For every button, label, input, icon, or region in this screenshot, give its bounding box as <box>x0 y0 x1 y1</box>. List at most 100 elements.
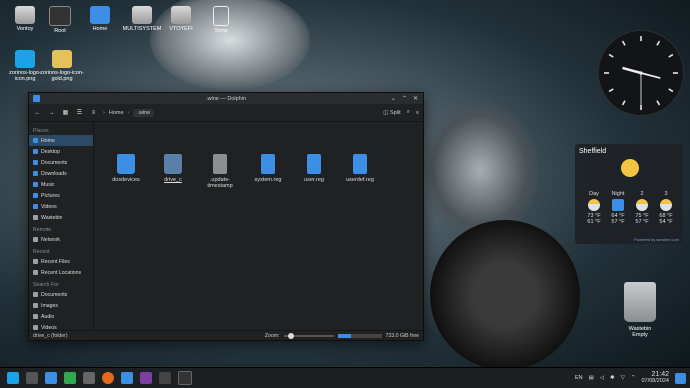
registry-file-icon <box>261 154 275 174</box>
file-item-update-timestamp[interactable]: .update-timestamp <box>198 154 242 189</box>
desktop-icon-temp[interactable]: Temp <box>199 6 243 34</box>
dolphin-icon[interactable] <box>121 372 133 384</box>
place-icon <box>33 160 38 165</box>
place-icon <box>33 292 38 297</box>
places-item[interactable]: Videos <box>29 322 93 330</box>
workspace-icon[interactable] <box>26 372 38 384</box>
volume-icon[interactable]: ◁ <box>600 375 604 381</box>
analog-clock-widget[interactable] <box>598 30 684 116</box>
breadcrumb-root-icon[interactable]: › <box>103 110 105 116</box>
weather-city: Sheffield <box>579 148 607 155</box>
split-button[interactable]: ◫ Split <box>383 110 400 116</box>
file-item-dosdevices[interactable]: dosdevices <box>104 154 148 183</box>
drive-icon <box>132 6 152 24</box>
forward-icon[interactable]: → <box>47 108 56 117</box>
places-section-title: Recent <box>33 249 50 255</box>
text-file-icon <box>213 154 227 174</box>
places-item[interactable]: Audio <box>29 311 93 322</box>
file-item-system-reg[interactable]: system.reg <box>246 154 290 183</box>
digital-clock[interactable]: 21:42 07/08/2024 <box>641 371 669 385</box>
language-indicator[interactable]: EN <box>575 375 583 381</box>
place-icon <box>33 182 38 187</box>
places-item[interactable]: Images <box>29 300 93 311</box>
weather-powered-by[interactable]: Powered by weather.com <box>634 237 679 242</box>
split-icon: ◫ <box>383 109 389 116</box>
bluetooth-icon[interactable]: ✱ <box>610 375 615 381</box>
file-item-drive-c[interactable]: drive_c <box>151 154 195 183</box>
sun-cloud-icon <box>660 199 672 211</box>
desktop-icon-home[interactable]: Home <box>78 6 122 32</box>
places-item[interactable]: Videos <box>29 201 93 212</box>
places-item[interactable]: Pictures <box>29 190 93 201</box>
place-icon <box>33 149 38 154</box>
breadcrumb-home[interactable]: Home <box>109 110 124 116</box>
places-item[interactable]: Downloads <box>29 168 93 179</box>
file-name: .update-timestamp <box>207 177 233 189</box>
place-icon <box>33 303 38 308</box>
file-item-user-reg[interactable]: user.reg <box>292 154 336 183</box>
window-titlebar[interactable]: .wine — Dolphin ⌄ ⌃ ✕ <box>29 93 423 104</box>
places-item[interactable]: Network <box>29 234 93 245</box>
desktop-icon-label: Ventoy <box>16 26 34 32</box>
desktop-icon-label: Home <box>92 26 108 32</box>
places-item[interactable]: Recent Files <box>29 256 93 267</box>
back-icon[interactable]: ← <box>33 108 42 117</box>
places-item[interactable]: Wastebin <box>29 212 93 223</box>
notes-icon[interactable] <box>83 372 95 384</box>
menu-icon[interactable]: ≡ <box>416 110 419 116</box>
wallpaper-highlight <box>420 100 540 240</box>
maximize-icon[interactable]: ⌃ <box>402 95 407 102</box>
minimize-icon[interactable]: ⌄ <box>391 95 396 102</box>
weather-column: Day 73 °F 61 °F <box>583 191 605 225</box>
clock-time: 21:42 <box>651 371 669 378</box>
terminal-icon[interactable] <box>140 372 152 384</box>
desktop-icon-label: VTOYEFI <box>169 26 193 32</box>
desktop-icon-label: zorinos-logo-icon-gold.png <box>40 70 84 82</box>
desktop-icon-multisystem[interactable]: MULTISYSTEM <box>120 6 164 32</box>
close-icon[interactable]: ✕ <box>413 95 418 102</box>
sun-cloud-icon <box>621 159 639 177</box>
desktop-icon-zorin-logo-gold[interactable]: zorinos-logo-icon-gold.png <box>40 50 84 82</box>
file-item-userdef-reg[interactable]: userdef.reg <box>338 154 382 183</box>
wine-icon[interactable] <box>159 372 171 384</box>
zoom-slider-handle[interactable] <box>287 333 294 339</box>
place-icon <box>33 270 38 275</box>
search-icon[interactable]: ⌕ <box>407 109 410 116</box>
taskbar: EN ▤ ◁ ✱ ▽ ⌃ 21:42 07/08/2024 <box>0 367 690 388</box>
file-view[interactable]: dosdevices drive_c .update-timestamp sys… <box>94 122 423 330</box>
moon-icon <box>612 199 624 211</box>
icons-view-icon[interactable]: ▦ <box>61 108 70 117</box>
places-item[interactable]: Recent Locations <box>29 267 93 278</box>
places-item[interactable]: Desktop <box>29 146 93 157</box>
places-item-label: Recent Locations <box>41 269 82 276</box>
app-launcher-icon[interactable] <box>7 372 19 384</box>
places-item[interactable]: Documents <box>29 289 93 300</box>
dolphin-window[interactable]: .wine — Dolphin ⌄ ⌃ ✕ ← → ▦ ☰ ≡ › Home ›… <box>28 92 424 341</box>
clipboard-icon[interactable]: ▤ <box>589 375 594 381</box>
zoom-slider[interactable] <box>283 333 334 339</box>
system-settings-icon[interactable] <box>45 372 57 384</box>
tray-expand-icon[interactable]: ⌃ <box>631 375 636 381</box>
weather-low: 54 °F <box>659 219 673 225</box>
clock-face-icon <box>604 36 678 110</box>
software-center-icon[interactable] <box>64 372 76 384</box>
places-item-label: Network <box>41 236 61 243</box>
places-item[interactable]: Home <box>29 135 93 146</box>
wastebin-desktop-icon[interactable]: Wastebin Empty <box>618 282 662 338</box>
desktop-icon-root[interactable]: Root <box>38 6 82 34</box>
places-section-title: Search For <box>33 282 59 288</box>
network-icon[interactable]: ▽ <box>621 375 625 381</box>
details-view-icon[interactable]: ≡ <box>89 108 98 117</box>
compact-view-icon[interactable]: ☰ <box>75 108 84 117</box>
window-icon[interactable] <box>178 371 192 385</box>
file-name: system.reg <box>254 177 282 183</box>
firefox-icon[interactable] <box>102 372 114 384</box>
desktop-icon-vtoyefi[interactable]: VTOYEFI <box>159 6 203 32</box>
weather-widget[interactable]: Sheffield Day 73 °F 61 °F Night 64 °F 57… <box>575 144 683 244</box>
breadcrumb-current[interactable]: .wine <box>133 108 155 117</box>
show-desktop-icon[interactable] <box>675 372 686 384</box>
places-item[interactable]: Music <box>29 179 93 190</box>
places-item[interactable]: Documents <box>29 157 93 168</box>
folder-icon <box>164 154 182 174</box>
place-icon <box>33 138 38 143</box>
